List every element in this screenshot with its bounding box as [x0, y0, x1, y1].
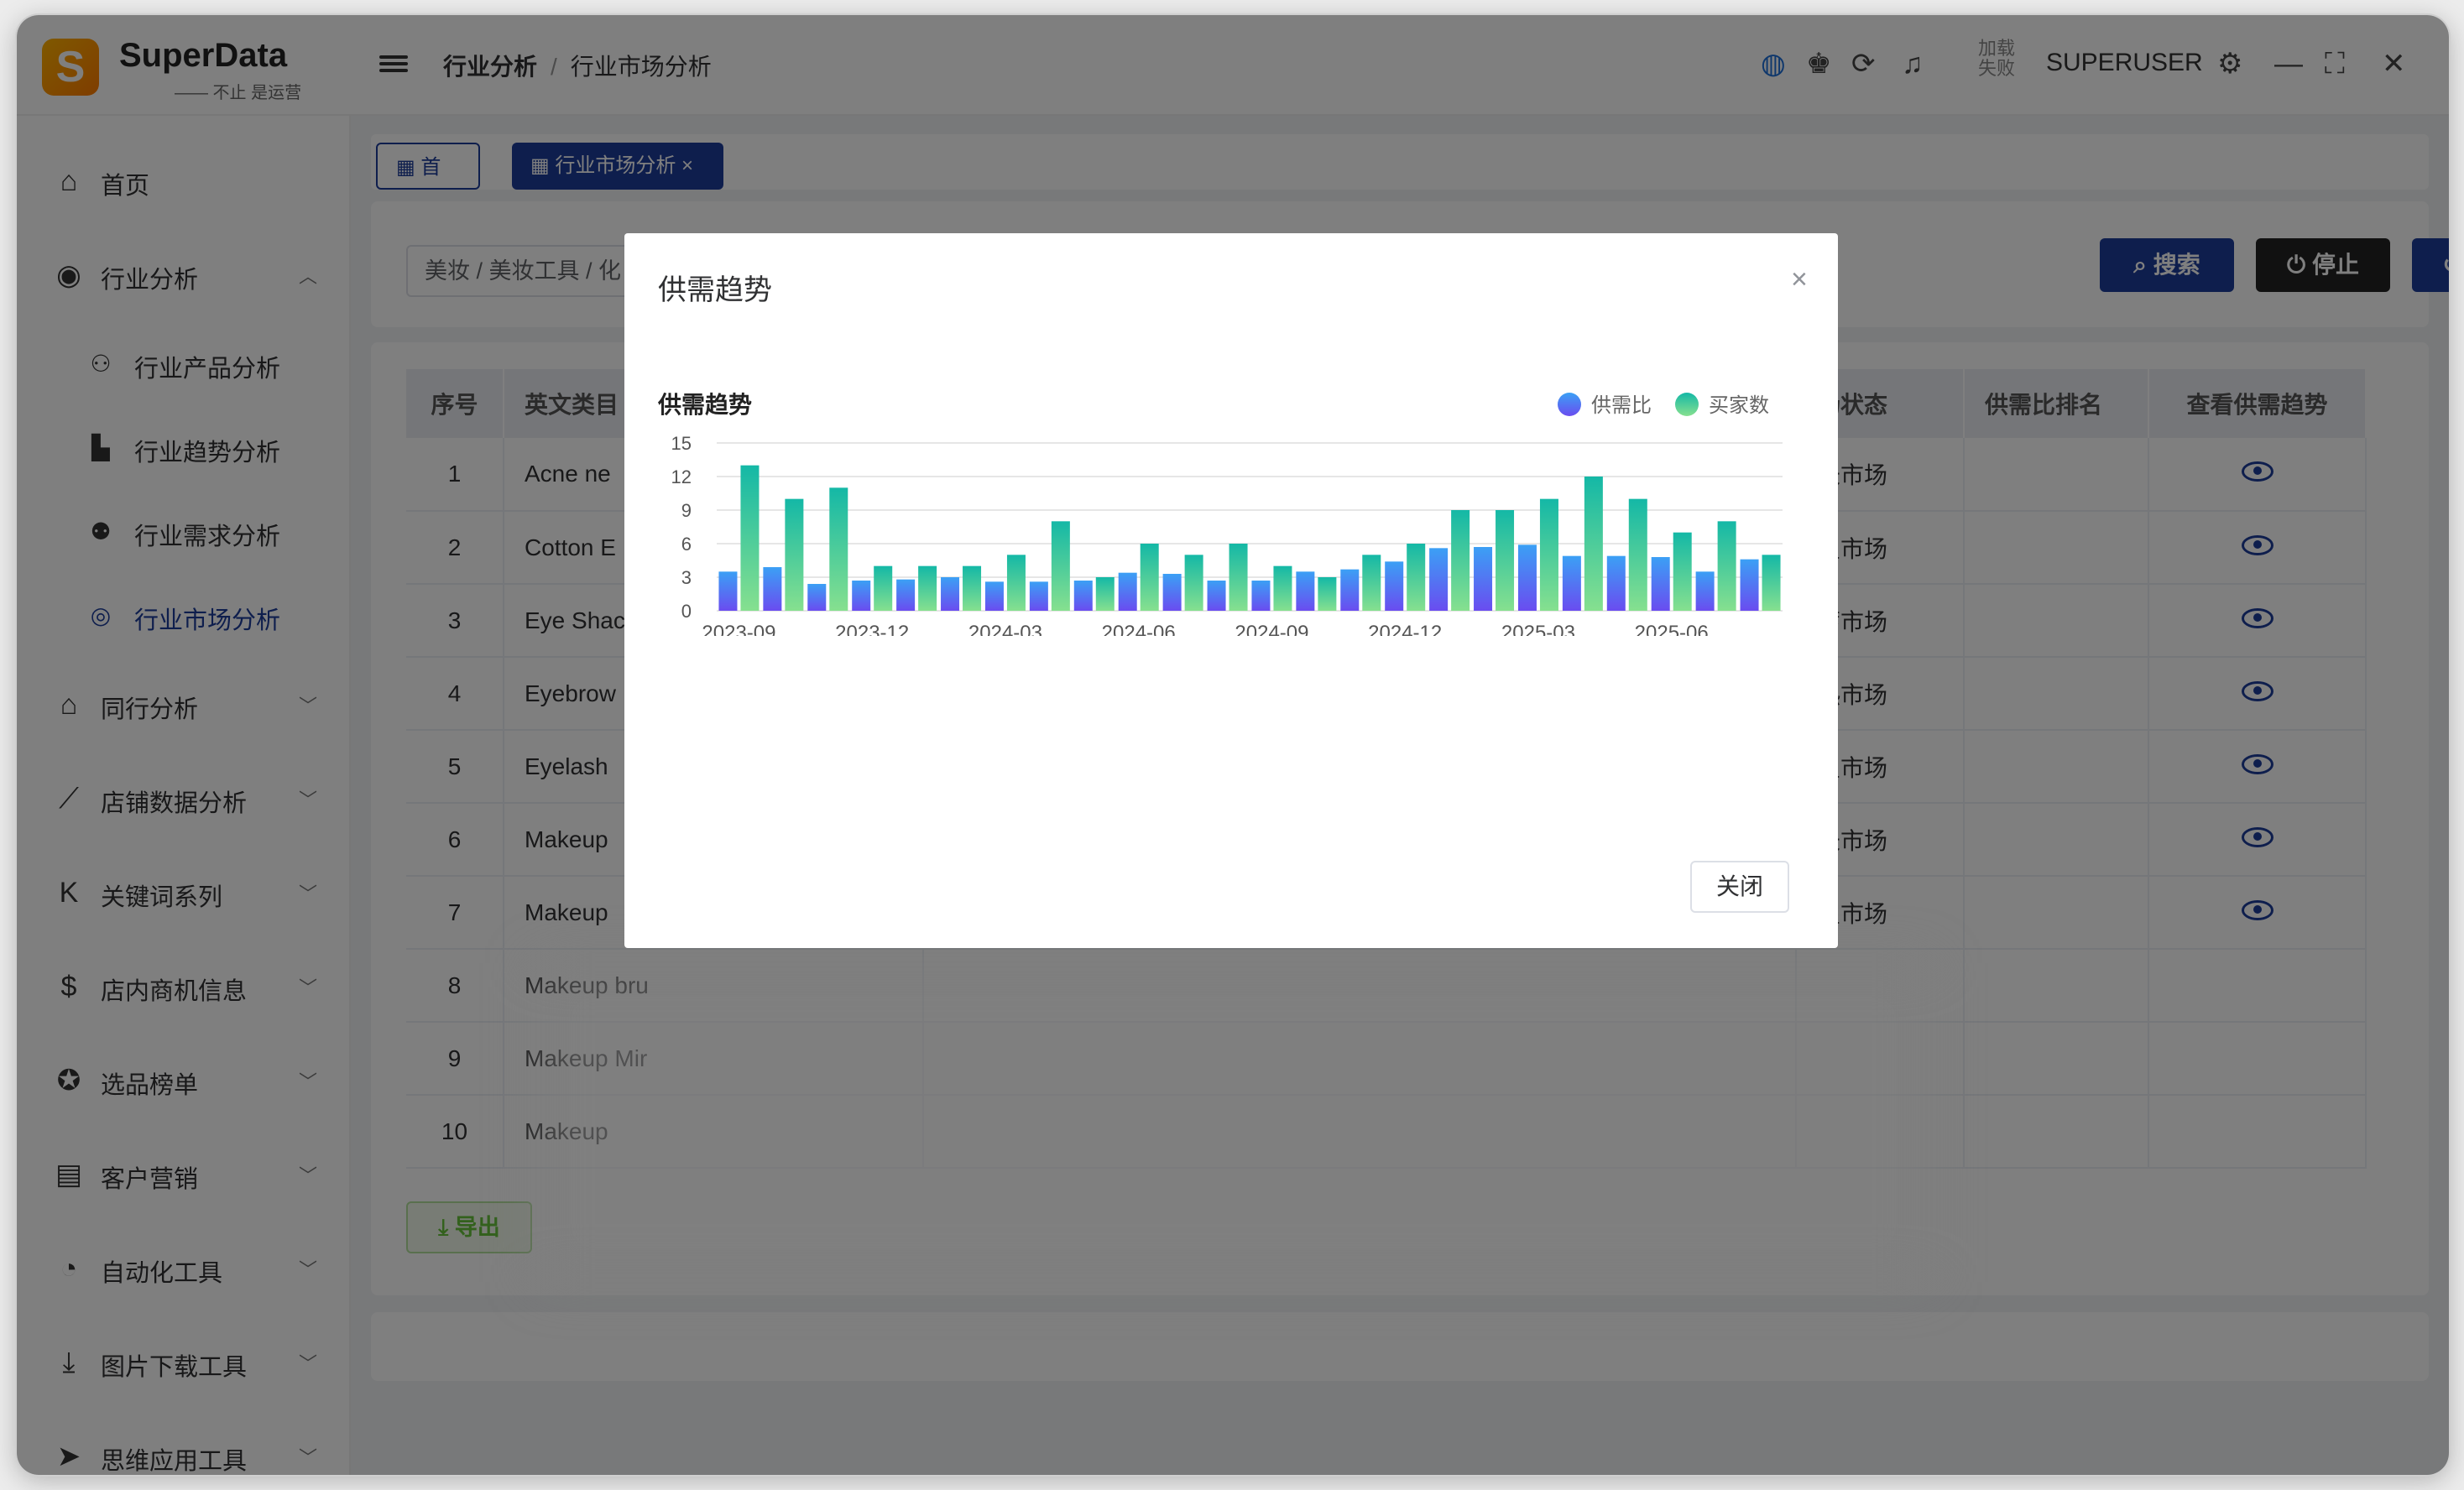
bar — [763, 567, 782, 611]
bar — [1029, 581, 1048, 611]
bar — [918, 565, 937, 611]
bar — [963, 565, 982, 611]
blur-region — [537, 963, 1930, 1282]
bar — [1006, 555, 1026, 611]
y-tick-label: 6 — [681, 534, 692, 555]
bar — [852, 581, 871, 611]
bar — [1539, 498, 1558, 611]
bar — [1606, 555, 1626, 611]
bar — [941, 577, 960, 611]
chart-title: 供需趋势 — [658, 392, 752, 418]
x-tick-label: 2024-12 — [1368, 622, 1442, 636]
bar — [1651, 557, 1670, 611]
bar — [1273, 565, 1292, 611]
x-tick-label: 2024-09 — [1235, 622, 1308, 636]
bar — [718, 571, 738, 611]
legend-marker — [1675, 393, 1699, 416]
bar — [1184, 555, 1203, 611]
bar — [1717, 521, 1736, 611]
x-tick-label: 2025-06 — [1635, 622, 1709, 636]
bar — [1162, 574, 1182, 611]
dialog-title: 供需趋势 — [658, 274, 772, 306]
bar — [1318, 577, 1337, 611]
bar — [1051, 521, 1070, 611]
bar — [1207, 581, 1226, 611]
bar — [1095, 577, 1115, 611]
bar — [1073, 581, 1093, 611]
bar — [1251, 581, 1271, 611]
bar — [1385, 561, 1404, 611]
bar — [896, 579, 916, 611]
x-tick-label: 2024-03 — [968, 622, 1042, 636]
app-window: S SuperData —— 不止 是运营 行业分析/行业市场分析 ◍ ♚ ⟳ … — [17, 15, 2449, 1475]
y-tick-label: 3 — [681, 567, 692, 588]
bar — [829, 487, 848, 611]
bar — [1340, 569, 1360, 611]
bar — [1584, 477, 1603, 611]
legend-label: 供需比 — [1591, 394, 1652, 417]
bar — [984, 581, 1004, 611]
bar — [1451, 510, 1470, 611]
bar — [1762, 555, 1781, 611]
x-tick-label: 2023-12 — [835, 622, 909, 636]
dialog-close-button[interactable]: 关闭 — [1690, 861, 1789, 913]
bar — [874, 565, 893, 611]
x-tick-label: 2025-03 — [1501, 622, 1575, 636]
y-tick-label: 0 — [681, 601, 692, 622]
bar — [1140, 544, 1159, 611]
bar — [1229, 544, 1248, 611]
bar — [807, 584, 827, 611]
bar — [1118, 572, 1137, 611]
x-tick-label: 2023-09 — [702, 622, 775, 636]
bar — [1429, 548, 1449, 611]
bar — [740, 465, 760, 611]
dialog-close-icon[interactable]: × — [1791, 265, 1808, 294]
bar — [785, 498, 804, 611]
bar — [1740, 559, 1759, 611]
bar — [1362, 555, 1381, 611]
bar — [1407, 544, 1426, 611]
legend-label: 买家数 — [1709, 394, 1769, 417]
supply-demand-chart: 供需趋势 供需比 买家数 0 3 6 9 12 15 2023-09 2023-12 2024-03 2… — [658, 392, 1783, 636]
y-tick-label: 12 — [671, 466, 692, 487]
bar — [1296, 571, 1315, 611]
x-tick-label: 2024-06 — [1102, 622, 1176, 636]
bar — [1474, 547, 1493, 611]
bar — [1496, 510, 1515, 611]
bar — [1628, 498, 1647, 611]
legend-marker — [1558, 393, 1581, 416]
bar — [1673, 532, 1692, 611]
supply-demand-dialog: 供需趋势 × 供需趋势 供需比 买家数 0 3 6 9 12 15 2023-09 2023-12 2… — [624, 233, 1838, 948]
bar — [1517, 544, 1537, 611]
y-tick-label: 9 — [681, 500, 692, 521]
bar — [1562, 555, 1581, 611]
bar — [1695, 571, 1715, 611]
y-tick-label: 15 — [671, 433, 692, 454]
